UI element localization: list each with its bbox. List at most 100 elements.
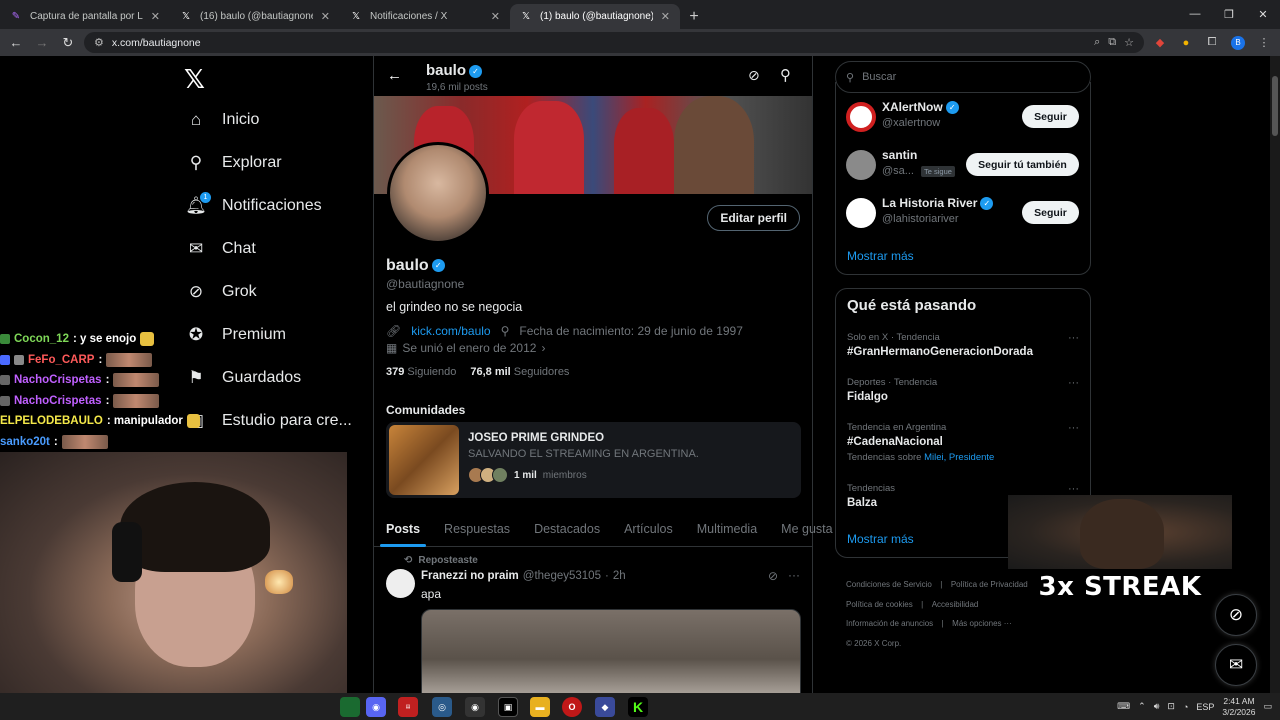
followers-stat[interactable]: 76,8 mil Seguidores: [470, 366, 569, 378]
volume-icon[interactable]: 🔊︎: [1154, 701, 1160, 712]
grok-icon[interactable]: ⊘: [768, 569, 778, 583]
sidebar-item-chat[interactable]: ✉ Chat: [186, 239, 256, 259]
close-tab-icon[interactable]: ✕: [491, 10, 500, 23]
wifi-icon[interactable]: ◔: [1183, 702, 1188, 712]
community-card[interactable]: JOSEO PRIME GRINDEO SALVANDO EL STREAMIN…: [386, 422, 801, 498]
extensions-puzzle-icon[interactable]: ⧠: [1202, 33, 1222, 53]
more-options-icon[interactable]: ···: [788, 568, 800, 582]
restore-icon[interactable]: ❐: [1212, 0, 1246, 28]
sidebar-item-notificaciones[interactable]: 🔔︎ 1 Notificaciones: [185, 192, 322, 216]
more-options-icon[interactable]: ···: [1068, 422, 1079, 434]
chrome-icon[interactable]: ◎: [432, 697, 452, 717]
tab-destacados[interactable]: Destacados: [522, 511, 612, 546]
post-author[interactable]: Franezzi no praim: [421, 570, 519, 582]
reload-button[interactable]: ↻: [58, 33, 78, 53]
footer-link-more-options[interactable]: Más opciones ···: [952, 619, 1012, 628]
search-icon[interactable]: ⚲: [780, 66, 791, 84]
url-input[interactable]: ⚙ x.com/bautiagnone ⌕ ⧉ ☆: [84, 32, 1144, 53]
page-scrollbar[interactable]: [1270, 56, 1280, 693]
x-logo-icon[interactable]: 𝕏: [184, 64, 205, 95]
kick-icon[interactable]: K: [628, 697, 648, 717]
back-arrow-icon[interactable]: ←: [387, 67, 402, 84]
follow-suggestion[interactable]: La Historia River ✓ @lahistoriariver Segu…: [846, 193, 1086, 233]
footer-link-accessibility[interactable]: Accesibilidad: [932, 600, 979, 609]
follow-button[interactable]: Seguir: [1022, 201, 1079, 224]
browser-tab-1[interactable]: ✎ Captura de pantalla por Lightsh ✕: [0, 4, 170, 29]
footer-link-ads-info[interactable]: Información de anuncios: [846, 619, 933, 628]
language-indicator[interactable]: ESP: [1196, 702, 1214, 712]
new-tab-button[interactable]: +: [680, 4, 708, 29]
sidebar-item-guardados[interactable]: ⚑ Guardados: [186, 368, 301, 388]
voicemod-icon[interactable]: ▤: [398, 697, 418, 717]
zoom-icon[interactable]: ⌕: [1094, 36, 1100, 49]
extension-red-icon[interactable]: ◆: [1150, 33, 1170, 53]
bookmark-star-icon[interactable]: ☆: [1124, 36, 1134, 49]
obs-icon[interactable]: ◉: [465, 697, 485, 717]
sidebar-item-estudio[interactable]: ▣ Estudio para cre...: [186, 411, 352, 431]
install-app-icon[interactable]: ⧉: [1108, 36, 1116, 49]
footer-link-terms[interactable]: Condiciones de Servicio: [846, 580, 932, 589]
minimize-icon[interactable]: —: [1178, 0, 1212, 28]
close-tab-icon[interactable]: ✕: [151, 10, 160, 23]
sidebar-item-grok[interactable]: ⊘ Grok: [186, 282, 257, 302]
follow-back-button[interactable]: Seguir tú también: [966, 153, 1079, 176]
extension-colorful-icon[interactable]: ●: [1176, 33, 1196, 53]
show-more-trends-link[interactable]: Mostrar más: [847, 532, 914, 546]
discord-icon[interactable]: ◉: [366, 697, 386, 717]
browser-menu-icon[interactable]: ⋮: [1254, 33, 1274, 53]
post-time[interactable]: 2h: [613, 570, 626, 582]
post-media[interactable]: [421, 609, 801, 693]
grok-icon[interactable]: ⊘: [748, 67, 760, 84]
follow-suggestion[interactable]: santin @sa... Te sigue Seguir tú también: [846, 145, 1086, 185]
file-explorer-icon[interactable]: ▬: [530, 697, 550, 717]
capcut-icon[interactable]: ▣: [498, 697, 518, 717]
trend-item[interactable]: Solo en X · Tendencia #GranHermanoGenera…: [847, 332, 1079, 358]
network-icon[interactable]: ⊡: [1167, 701, 1175, 712]
follow-suggestion[interactable]: XAlertNow ✓ @xalertnow Seguir: [846, 97, 1086, 137]
follow-button[interactable]: Seguir: [1022, 105, 1079, 128]
trend-item[interactable]: Deportes · Tendencia Fidalgo ···: [847, 377, 1079, 403]
site-info-icon[interactable]: ⚙: [94, 36, 104, 49]
tab-multimedia[interactable]: Multimedia: [685, 511, 769, 546]
trend-related-links[interactable]: Milei, Presidente: [924, 452, 994, 463]
show-more-link[interactable]: Mostrar más: [847, 249, 914, 263]
tab-posts[interactable]: Posts: [374, 511, 432, 547]
clock[interactable]: 2:41 AM 3/2/2026: [1222, 696, 1255, 718]
forward-button[interactable]: →: [32, 33, 52, 53]
more-options-icon[interactable]: ···: [1068, 483, 1079, 495]
profile-joined-row[interactable]: ▦ Se unió el enero de 2012 ›: [386, 341, 545, 355]
keyboard-icon[interactable]: ⌨: [1117, 701, 1130, 712]
post-item[interactable]: ⟲ Reposteaste Franezzi no praim @thegey53…: [374, 547, 812, 693]
app-icon[interactable]: ◆: [595, 697, 615, 717]
close-tab-icon[interactable]: ✕: [321, 10, 330, 23]
notification-center-icon[interactable]: ▭: [1263, 701, 1272, 712]
back-button[interactable]: ←: [6, 33, 26, 53]
app-icon[interactable]: [340, 697, 360, 717]
more-options-icon[interactable]: ···: [1068, 377, 1079, 389]
sidebar-item-explorar[interactable]: ⚲ Explorar: [186, 153, 282, 173]
tab-respuestas[interactable]: Respuestas: [432, 511, 522, 546]
tab-articulos[interactable]: Artículos: [612, 511, 685, 546]
messages-fab-button[interactable]: ✉: [1215, 644, 1257, 686]
browser-tab-4[interactable]: 𝕏 (1) baulo (@bautiagnone) / X ✕: [510, 4, 680, 29]
profile-avatar[interactable]: B: [1228, 33, 1248, 53]
edit-profile-button[interactable]: Editar perfil: [707, 205, 800, 231]
profile-link[interactable]: kick.com/baulo: [411, 324, 490, 338]
close-window-icon[interactable]: ✕: [1246, 0, 1280, 28]
scrollbar-thumb[interactable]: [1272, 76, 1278, 136]
sidebar-item-inicio[interactable]: ⌂ Inicio: [186, 110, 260, 130]
profile-avatar[interactable]: [387, 142, 489, 244]
close-tab-icon[interactable]: ✕: [661, 10, 670, 23]
trend-item[interactable]: Tendencia en Argentina #CadenaNacional T…: [847, 422, 1079, 463]
sidebar-item-premium[interactable]: ✪ Premium: [186, 325, 286, 345]
following-stat[interactable]: 379 Siguiendo: [386, 366, 456, 378]
post-avatar[interactable]: [386, 569, 415, 598]
chevron-up-icon[interactable]: ⌃: [1138, 701, 1146, 712]
more-options-icon[interactable]: ···: [1068, 332, 1079, 344]
browser-tab-2[interactable]: 𝕏 (16) baulo (@bautiagnone) / X ✕: [170, 4, 340, 29]
opera-icon[interactable]: O: [562, 697, 582, 717]
grok-fab-button[interactable]: ⊘: [1215, 594, 1257, 636]
browser-tab-3[interactable]: 𝕏 Notificaciones / X ✕: [340, 4, 510, 29]
footer-link-cookies[interactable]: Política de cookies: [846, 600, 913, 609]
tab-me-gusta[interactable]: Me gusta: [769, 511, 844, 546]
